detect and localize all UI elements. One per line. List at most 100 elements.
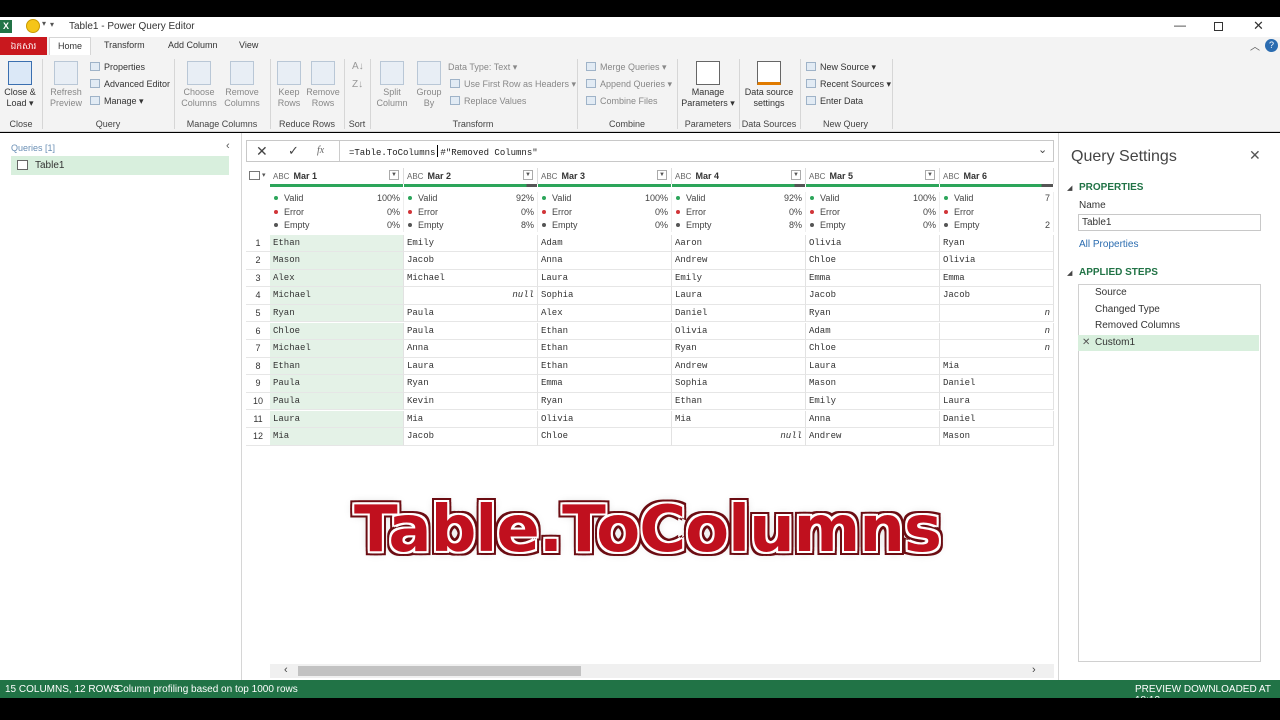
text-type-icon[interactable]: ABC [675, 172, 691, 181]
row-number[interactable]: 12 [246, 428, 270, 446]
row-number[interactable]: 7 [246, 340, 270, 358]
table-cell[interactable]: Mia [940, 357, 1054, 376]
table-cell[interactable]: Anna [806, 410, 940, 429]
table-cell[interactable]: Mia [270, 428, 404, 446]
combine-files-button[interactable]: Combine Files [586, 96, 658, 106]
group-by-button[interactable]: Group By [412, 61, 446, 109]
table-cell[interactable]: Jacob [404, 428, 538, 446]
properties-button[interactable]: Properties [90, 62, 145, 72]
table-cell[interactable]: Olivia [672, 322, 806, 341]
collapse-queries-icon[interactable]: ‹ [226, 140, 230, 152]
scroll-right-icon[interactable]: › [1032, 664, 1036, 676]
sort-descending-icon[interactable]: Z↓ [352, 79, 363, 90]
append-queries-button[interactable]: Append Queries ▾ [586, 79, 672, 90]
table-cell[interactable]: n [940, 340, 1054, 358]
table-cell[interactable]: Paula [404, 322, 538, 341]
remove-rows-button[interactable]: Remove Rows [306, 61, 340, 109]
table-cell[interactable]: Daniel [672, 304, 806, 323]
column-filter-dropdown-icon[interactable]: ▼ [791, 170, 801, 180]
close-window-button[interactable]: ✕ [1253, 18, 1264, 34]
table-cell[interactable]: Emma [538, 375, 672, 393]
table-cell[interactable]: Olivia [806, 234, 940, 253]
table-cell[interactable]: Ethan [672, 392, 806, 411]
scrollbar-thumb[interactable] [298, 666, 581, 676]
text-type-icon[interactable]: ABC [541, 172, 557, 181]
table-cell[interactable]: Alex [538, 304, 672, 323]
confirm-formula-icon[interactable]: ✓ [288, 143, 299, 159]
table-cell[interactable]: Laura [538, 269, 672, 288]
quick-access-dropdown-icon[interactable]: ▾ [42, 19, 46, 28]
applied-step[interactable]: Removed Columns [1078, 318, 1259, 335]
smiley-icon[interactable] [26, 19, 40, 33]
applied-steps-collapse-icon[interactable]: ◢ [1067, 269, 1072, 277]
restore-button[interactable] [1214, 22, 1223, 31]
table-cell[interactable]: Mason [806, 375, 940, 393]
tab-view[interactable]: View [239, 40, 258, 50]
column-filter-dropdown-icon[interactable]: ▼ [389, 170, 399, 180]
table-cell[interactable]: Olivia [538, 410, 672, 429]
tab-file[interactable]: ឯកសារ [0, 37, 47, 55]
formula-input[interactable]: =Table.ToColumns #"Removed Columns" [349, 145, 538, 158]
table-cell[interactable]: Mia [404, 410, 538, 429]
table-cell[interactable]: Michael [270, 340, 404, 358]
use-first-row-button[interactable]: Use First Row as Headers ▾ [450, 79, 576, 90]
text-type-icon[interactable]: ABC [809, 172, 825, 181]
cancel-formula-icon[interactable]: ✕ [256, 143, 268, 160]
table-cell[interactable]: Emma [806, 269, 940, 288]
enter-data-button[interactable]: Enter Data [806, 96, 863, 106]
table-cell[interactable]: null [672, 428, 806, 446]
tab-transform[interactable]: Transform [104, 40, 145, 50]
column-header[interactable]: ABC Mar 6 [940, 168, 1054, 184]
all-properties-link[interactable]: All Properties [1079, 239, 1138, 250]
table-cell[interactable]: Ryan [806, 304, 940, 323]
table-cell[interactable]: Chloe [270, 322, 404, 341]
column-header[interactable]: ABC Mar 5 ▼ [806, 168, 940, 184]
table-cell[interactable]: Paula [270, 375, 404, 393]
table-cell[interactable]: Emma [940, 269, 1054, 288]
table-cell[interactable]: Ryan [538, 392, 672, 411]
table-cell[interactable]: Laura [806, 357, 940, 376]
replace-values-button[interactable]: Replace Values [450, 96, 526, 106]
table-cell[interactable]: Laura [404, 357, 538, 376]
table-cell[interactable]: Ryan [940, 234, 1054, 253]
table-cell[interactable]: Jacob [404, 252, 538, 270]
row-number[interactable]: 2 [246, 252, 270, 270]
row-number[interactable]: 10 [246, 393, 270, 411]
table-cell[interactable]: Kevin [404, 392, 538, 411]
keep-rows-button[interactable]: Keep Rows [274, 61, 304, 109]
advanced-editor-button[interactable]: Advanced Editor [90, 79, 170, 89]
table-cell[interactable]: Aaron [672, 234, 806, 253]
table-cell[interactable]: Emily [672, 269, 806, 288]
table-cell[interactable]: Michael [270, 287, 404, 305]
table-cell[interactable]: Jacob [806, 287, 940, 305]
table-cell[interactable]: Ryan [404, 375, 538, 393]
text-type-icon[interactable]: ABC [943, 172, 959, 181]
applied-step[interactable]: ✕ Custom1 [1078, 334, 1259, 352]
properties-collapse-icon[interactable]: ◢ [1067, 184, 1072, 192]
table-cell[interactable]: Emily [806, 392, 940, 411]
data-type-dropdown[interactable]: Data Type: Text ▾ [448, 62, 517, 73]
query-item-table1[interactable]: Table1 [11, 156, 229, 175]
row-number[interactable]: 4 [246, 287, 270, 305]
table-cell[interactable]: Andrew [672, 357, 806, 376]
table-cell[interactable]: Mia [672, 410, 806, 429]
table-cell[interactable]: Chloe [806, 340, 940, 358]
manage-button[interactable]: Manage ▾ [90, 96, 144, 107]
scroll-left-icon[interactable]: ‹ [284, 664, 288, 676]
table-cell[interactable]: Olivia [940, 252, 1054, 270]
table-cell[interactable]: Sophia [538, 287, 672, 305]
table-cell[interactable]: Daniel [940, 375, 1054, 393]
column-filter-dropdown-icon[interactable]: ▼ [523, 170, 533, 180]
table-cell[interactable]: Alex [270, 269, 404, 288]
table-menu-dropdown-icon[interactable]: ▾ [262, 171, 266, 179]
column-header[interactable]: ABC Mar 1 ▼ [270, 168, 404, 184]
table-cell[interactable]: Laura [672, 287, 806, 305]
row-number[interactable]: 1 [246, 235, 270, 253]
table-cell[interactable]: Emily [404, 234, 538, 253]
delete-step-icon[interactable]: ✕ [1082, 335, 1090, 351]
row-number[interactable]: 8 [246, 358, 270, 376]
applied-step[interactable]: Source [1078, 285, 1259, 302]
customize-toolbar-icon[interactable]: ▾ [50, 20, 54, 29]
new-source-button[interactable]: New Source ▾ [806, 62, 876, 73]
help-icon[interactable]: ? [1265, 39, 1278, 52]
